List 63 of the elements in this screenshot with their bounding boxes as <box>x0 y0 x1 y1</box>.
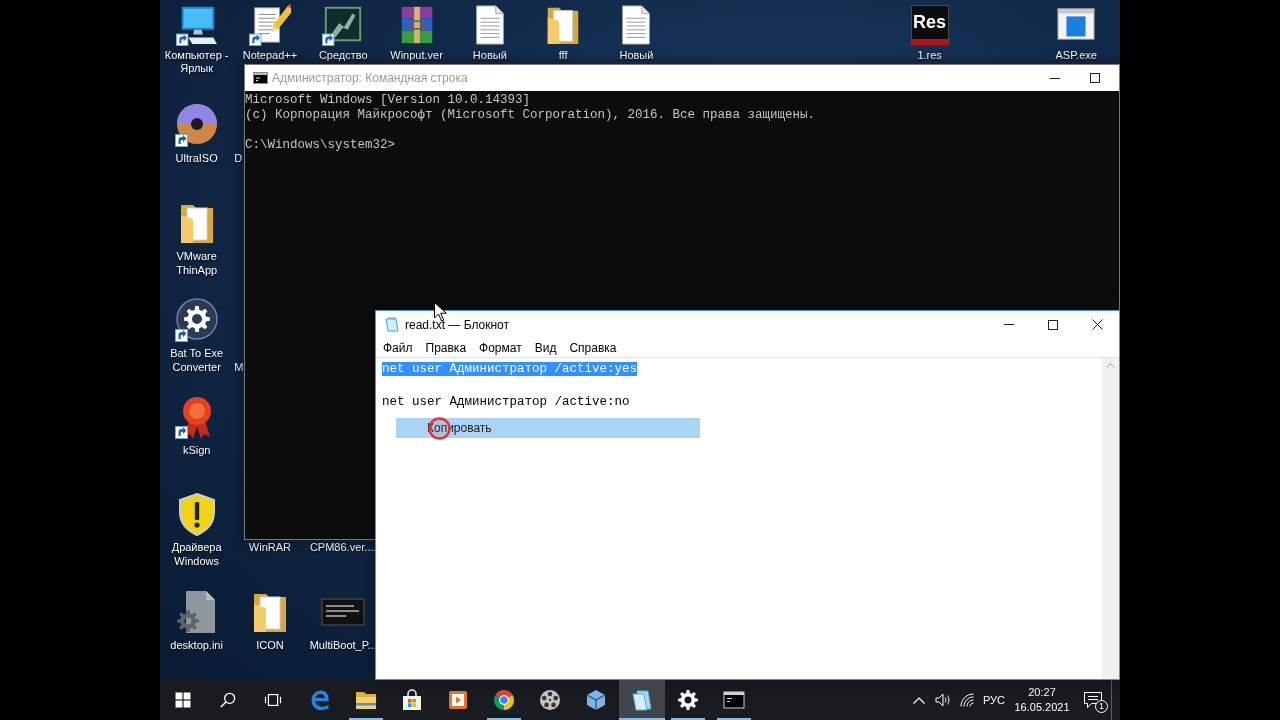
icon-label[interactable]: VMware ThinApp <box>160 248 234 277</box>
play-tile-icon <box>446 688 470 712</box>
film-reel-icon <box>538 688 562 712</box>
console-line: (c) Корпорация Майкрософт (Microsoft Corporation), 2016. Все права защищены. <box>245 108 817 123</box>
notification-icon[interactable] <box>1084 692 1102 708</box>
cube-icon <box>584 688 608 712</box>
menu-bar-item[interactable]: Формат <box>473 338 528 357</box>
computer-icon[interactable] <box>175 4 218 46</box>
icon-label[interactable]: WinRAR <box>248 540 292 555</box>
text-line[interactable]: net user Администратор /active:no <box>382 395 630 409</box>
wifi-icon <box>959 693 975 707</box>
window-title: Администратор: Командная строка <box>272 71 468 85</box>
icon-label[interactable]: ASP.exe <box>1055 49 1097 62</box>
segmented-circle-icon <box>492 688 516 712</box>
console-line: Microsoft Windows [Version 10.0.14393] <box>245 93 532 108</box>
icon-label[interactable]: Новый <box>472 49 507 62</box>
shopping-bag-icon <box>400 688 424 712</box>
notepad-icon <box>385 317 399 332</box>
icon-label[interactable]: Компьютер - Ярлык <box>160 49 234 75</box>
settings-icon <box>676 688 700 712</box>
icon-label[interactable]: CPM86.ver.... <box>309 540 377 555</box>
search-icon <box>217 690 238 710</box>
icon-label[interactable]: Средство <box>318 49 368 62</box>
maximize-icon <box>1090 73 1100 83</box>
icon-label[interactable]: UltraISO <box>175 151 218 166</box>
icon-label[interactable]: fff <box>558 49 568 62</box>
icon-label[interactable]: Bat To Exe Converter <box>160 345 234 374</box>
window-title: read.txt — Блокнот <box>405 317 510 332</box>
minimize-icon <box>1004 324 1014 325</box>
console-prompt: C:\Windows\system32> <box>245 138 397 153</box>
speaker-icon <box>935 693 951 707</box>
clock-time[interactable]: 20:27 <box>1028 685 1056 700</box>
menu-bar-item[interactable]: Файл <box>377 338 419 357</box>
icon-label[interactable]: M <box>234 359 244 374</box>
icon-label[interactable]: 1.res <box>917 49 942 62</box>
console-icon <box>253 72 268 84</box>
icon-label[interactable]: kSign <box>182 443 211 458</box>
notepad-icon <box>630 688 654 712</box>
chevron-up-icon <box>913 696 925 704</box>
disc-icon[interactable] <box>174 103 219 148</box>
icon-label[interactable]: Новый <box>619 49 654 62</box>
maximize-icon <box>1048 319 1058 330</box>
input-language-button[interactable]: РУС <box>979 680 1009 720</box>
vertical-scrollbar[interactable] <box>1102 358 1119 679</box>
file-logo[interactable]: Res <box>910 5 949 45</box>
icon-label[interactable]: MultiBoot_P... <box>309 637 377 652</box>
icon-label[interactable]: Winput.ver <box>390 49 443 62</box>
minimize-icon <box>1050 77 1060 79</box>
icon-label[interactable]: D <box>234 151 243 166</box>
close-icon <box>1091 319 1103 330</box>
icon-label[interactable]: Notepad++ <box>242 49 298 62</box>
menu-bar-item[interactable]: Справка <box>563 338 623 357</box>
icon-label[interactable]: desktop.ini <box>170 637 223 652</box>
icon-label[interactable]: ICON <box>256 637 284 652</box>
terminal-icon <box>722 688 746 712</box>
notepad-pencil-icon[interactable] <box>248 4 291 46</box>
gear-icon[interactable] <box>174 297 219 342</box>
taskbar-app-button[interactable] <box>619 680 665 720</box>
notification-badge: 1 <box>1095 700 1108 713</box>
menu-bar-item[interactable]: Правка <box>419 338 473 357</box>
clock-date[interactable]: 16.05.2021 <box>1014 700 1070 715</box>
menu-bar-item[interactable]: Вид <box>528 338 563 357</box>
icon-label[interactable]: Драйвера Windows <box>160 540 234 569</box>
